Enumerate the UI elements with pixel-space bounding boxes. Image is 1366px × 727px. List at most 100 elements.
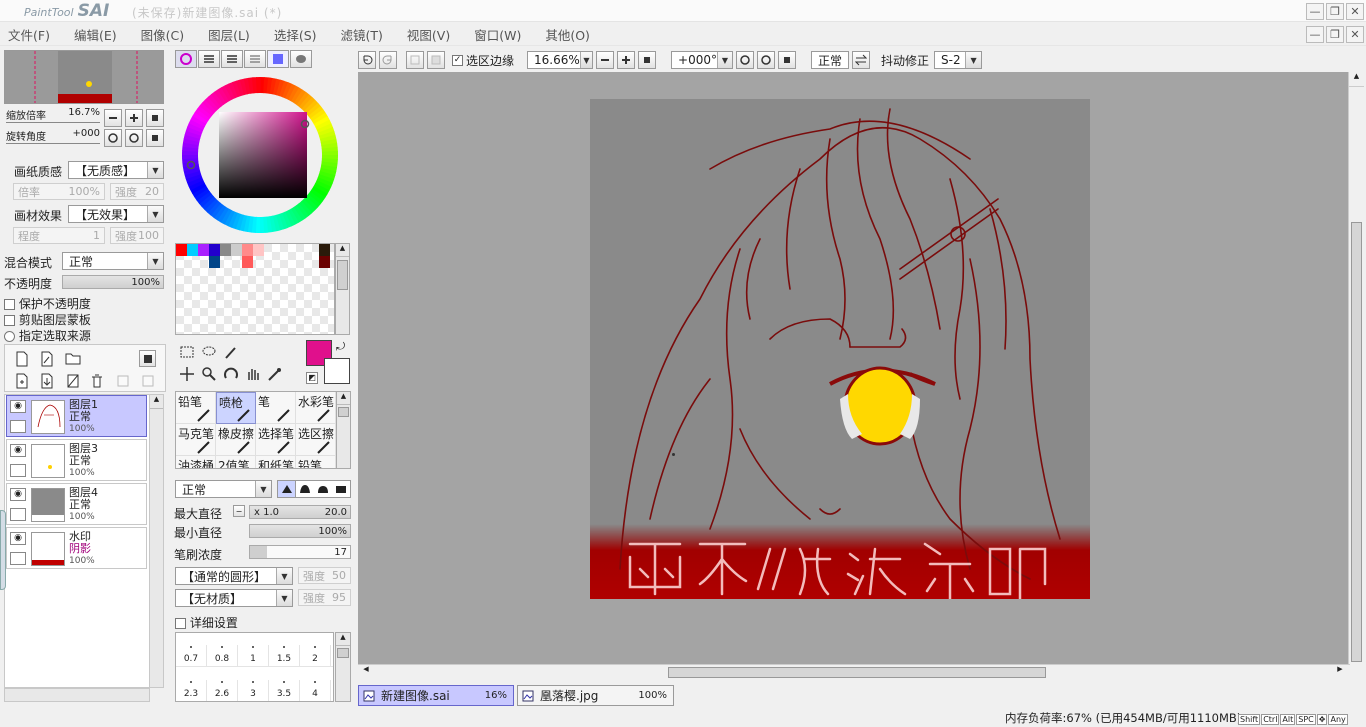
doc-minimize-button[interactable]: — — [1306, 26, 1324, 43]
color-swatch[interactable] — [198, 244, 209, 256]
scroll-left-icon[interactable]: ◀ — [358, 665, 374, 680]
scroll-up-icon[interactable]: ▲ — [337, 392, 350, 405]
menu-edit[interactable]: 编辑(E) — [74, 25, 117, 44]
selection-edge-checkbox[interactable]: ✓ — [452, 54, 463, 66]
lasso-icon[interactable] — [201, 344, 217, 360]
detail-settings-checkbox[interactable] — [175, 618, 186, 629]
tool-6[interactable]: 选择笔 — [256, 424, 296, 456]
menu-other[interactable]: 其他(O) — [545, 25, 590, 44]
brush-size-preset[interactable]: 3.5 — [269, 680, 300, 701]
canvas-hscrollbar[interactable]: ◀ ▶ — [358, 664, 1350, 680]
reset-colors-icon[interactable]: ◩ — [306, 372, 318, 384]
rotate-icon[interactable] — [223, 366, 239, 382]
tab-second-image[interactable]: 凰落樱.jpg 100% — [517, 685, 674, 706]
flip-horizontal-icon[interactable] — [852, 51, 871, 69]
color-swatch[interactable] — [308, 256, 319, 268]
brush-lock-icon[interactable] — [10, 551, 26, 565]
brush-size-preset[interactable]: 3 — [238, 680, 269, 701]
color-swatch[interactable] — [308, 244, 319, 256]
brush-size-preset[interactable]: 0.7 — [176, 645, 207, 666]
brush-size-preset[interactable]: 2 — [300, 645, 331, 666]
layer-item-4[interactable]: ◉ 水印 阴影 100% — [6, 527, 147, 569]
eye-icon[interactable]: ◉ — [10, 531, 26, 545]
eye-icon[interactable]: ◉ — [10, 487, 26, 501]
brush-lock-icon[interactable] — [10, 419, 26, 433]
color-swatch[interactable] — [275, 256, 286, 268]
blend-mode-select[interactable]: 正常 ▼ — [62, 252, 164, 270]
color-swatch[interactable] — [187, 256, 198, 268]
tab-new-image[interactable]: 新建图像.sai 16% — [358, 685, 514, 706]
brush-size-preset[interactable]: 1 — [238, 645, 269, 666]
stabilizer-select[interactable]: S-2 ▼ — [934, 51, 983, 69]
edge-round-icon[interactable] — [314, 481, 332, 497]
color-wheel[interactable] — [175, 70, 351, 240]
canvas-zoom-reset-button[interactable] — [638, 51, 657, 69]
brush-texture-select[interactable]: 【无材质】 ▼ — [175, 589, 293, 607]
size-decrease-button[interactable]: − — [233, 505, 245, 517]
canvas-angle-select[interactable]: +000° ▼ — [671, 51, 734, 69]
color-wheel-tab[interactable] — [175, 50, 197, 68]
doc-close-button[interactable]: ✕ — [1346, 26, 1364, 43]
scroll-up-icon[interactable]: ▲ — [1349, 72, 1364, 87]
rotate-reset-button[interactable] — [146, 129, 164, 147]
min-diameter-slider[interactable]: 100% — [249, 524, 351, 538]
brush-lock-icon[interactable] — [10, 507, 26, 521]
tool-9[interactable]: 2值笔 — [216, 456, 256, 468]
vscroll-thumb[interactable] — [1351, 222, 1362, 662]
drawing-canvas[interactable] — [590, 99, 1090, 599]
scroll-up-icon[interactable]: ▲ — [336, 244, 349, 257]
rotate-value[interactable]: +000 — [73, 128, 100, 143]
rotate-left-button[interactable] — [104, 129, 122, 147]
menu-window[interactable]: 窗口(W) — [474, 25, 521, 44]
canvas-zoom-select[interactable]: 16.66% ▼ — [527, 51, 594, 69]
tool-1[interactable]: 喷枪 — [216, 392, 256, 424]
scroll-thumb[interactable] — [337, 648, 349, 658]
hscroll-thumb[interactable] — [668, 667, 1046, 678]
canvas-rotate-reset-button[interactable] — [778, 51, 797, 69]
canvas-mode-button[interactable]: 正常 — [811, 51, 850, 69]
detail-settings-option[interactable]: 详细设置 — [175, 614, 238, 631]
palette-scrollbar[interactable]: ▲ — [335, 243, 350, 335]
menu-view[interactable]: 视图(V) — [407, 25, 450, 44]
rotate-right-button[interactable] — [125, 129, 143, 147]
tool-2[interactable]: 笔 — [256, 392, 296, 424]
color-swatch[interactable] — [286, 256, 297, 268]
tool-8[interactable]: 油漆桶 — [176, 456, 216, 468]
copy-layer-icon[interactable] — [15, 373, 29, 389]
canvas-viewport[interactable] — [358, 72, 1350, 664]
move-icon[interactable] — [179, 366, 195, 382]
scroll-right-icon[interactable]: ▶ — [1332, 665, 1348, 680]
canvas-rotate-left-button[interactable] — [736, 51, 755, 69]
magic-wand-icon[interactable] — [223, 344, 239, 360]
edge-flat-icon[interactable] — [332, 481, 350, 497]
tool-4[interactable]: 马克笔 — [176, 424, 216, 456]
brush-lock-icon[interactable] — [10, 463, 26, 477]
layer-list-hscrollbar[interactable] — [4, 688, 150, 702]
undo-icon[interactable] — [358, 51, 376, 69]
swatch-palette[interactable] — [175, 243, 335, 335]
side-dock-handle[interactable] — [0, 510, 6, 590]
tool-10[interactable]: 和纸笔 — [256, 456, 296, 468]
canvas-rotate-right-button[interactable] — [757, 51, 776, 69]
scroll-up-icon[interactable]: ▲ — [150, 395, 163, 409]
edge-hard-icon[interactable] — [278, 481, 296, 497]
layer-item-1[interactable]: ◉ 图层1 正常 100% — [6, 395, 147, 437]
selection-source-radio[interactable] — [4, 331, 15, 342]
zoom-icon[interactable] — [201, 366, 217, 382]
scroll-thumb[interactable] — [337, 260, 348, 290]
color-swatch[interactable] — [264, 256, 275, 268]
edge-mid-icon[interactable] — [296, 481, 314, 497]
brush-size-preset[interactable]: 1.5 — [269, 645, 300, 666]
brush-size-preset[interactable]: 2.3 — [176, 680, 207, 701]
paper-effect-select[interactable]: 【无效果】 ▼ — [68, 205, 164, 223]
color-swatch[interactable] — [209, 244, 220, 256]
scroll-thumb[interactable] — [338, 407, 349, 417]
color-swatch[interactable] — [220, 256, 231, 268]
color-swatch[interactable] — [264, 244, 275, 256]
scroll-up-icon[interactable]: ▲ — [336, 633, 350, 646]
color-swatch[interactable] — [198, 256, 209, 268]
menu-file[interactable]: 文件(F) — [8, 25, 50, 44]
hsv-slider-tab[interactable] — [221, 50, 243, 68]
color-swatch[interactable] — [220, 244, 231, 256]
color-swatch[interactable] — [231, 244, 242, 256]
